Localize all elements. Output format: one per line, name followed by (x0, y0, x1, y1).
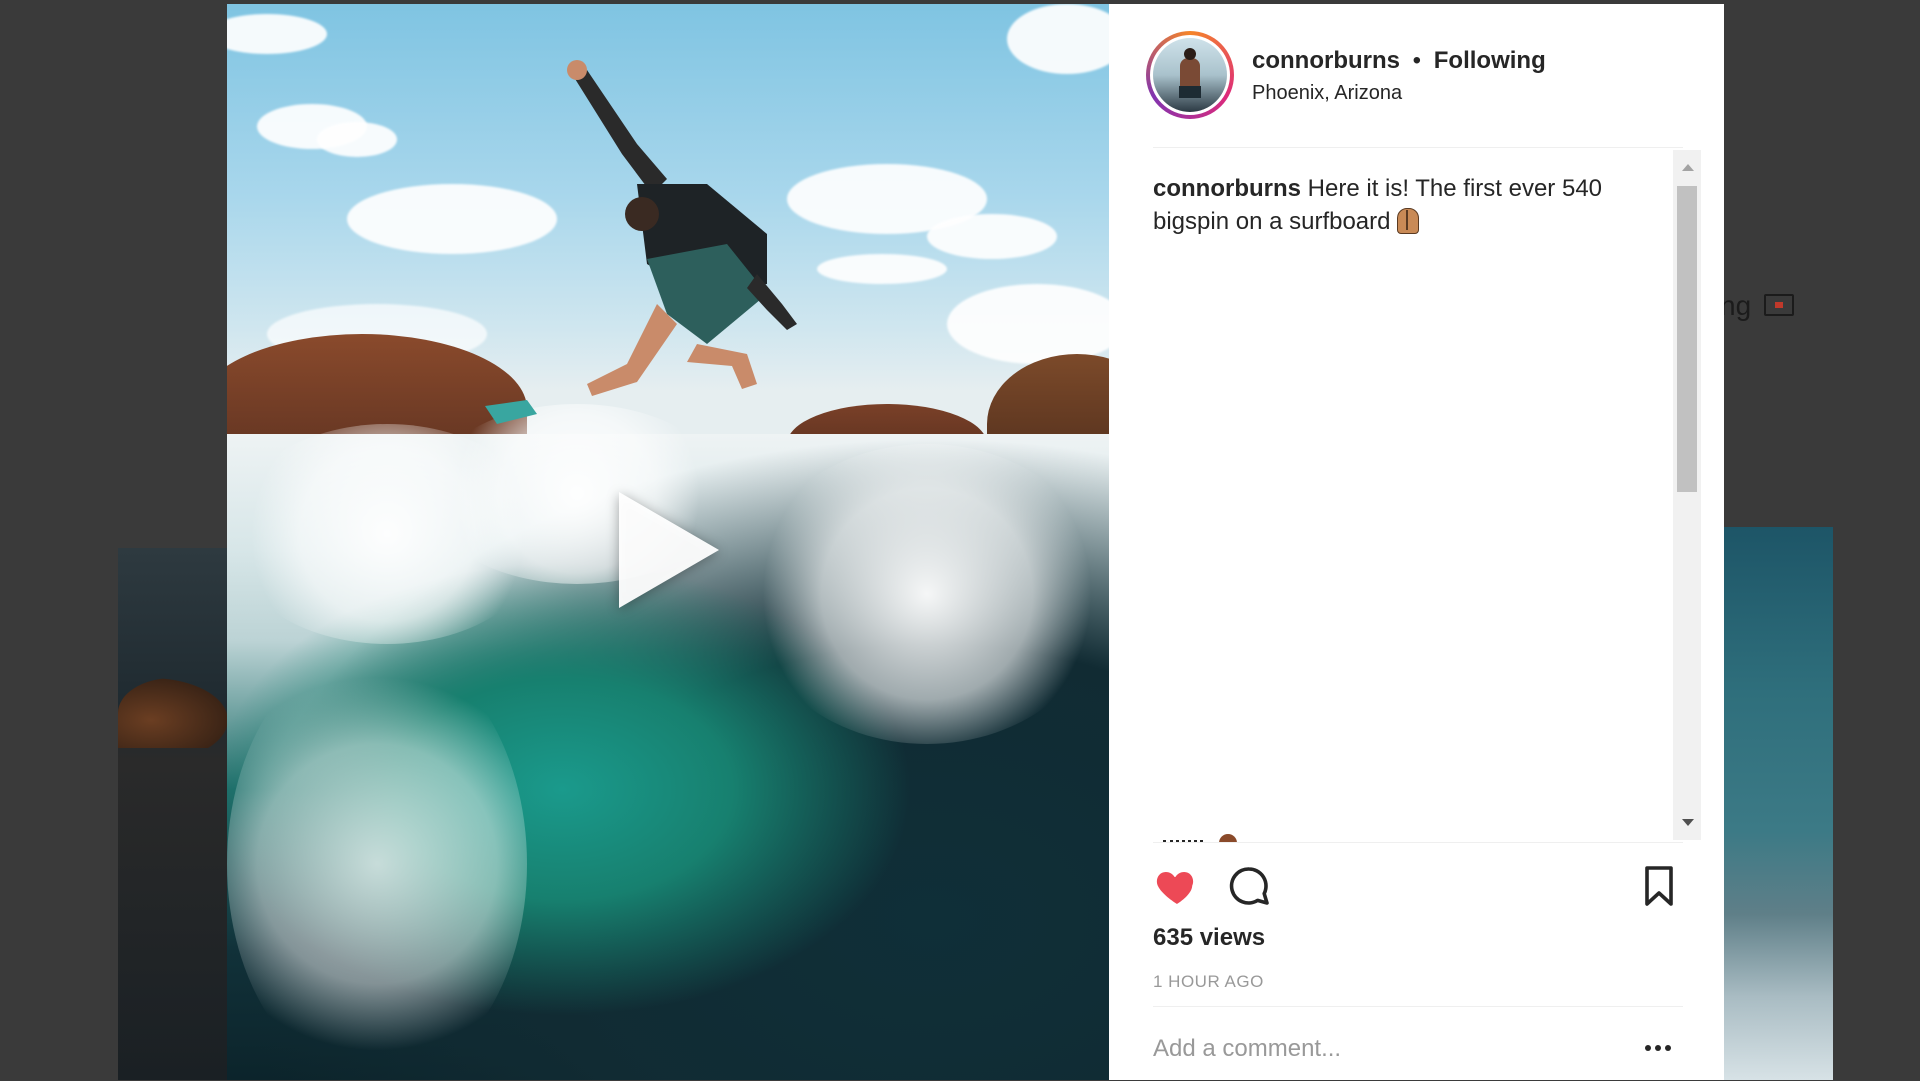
add-comment-section (1153, 1006, 1683, 1081)
surfboard (485, 400, 537, 424)
post-video[interactable] (227, 4, 1109, 1080)
comments-area[interactable]: connorburns Here it is! The first ever 5… (1153, 150, 1683, 842)
post-details-panel: connorburns • Following Phoenix, Arizona… (1109, 4, 1724, 1080)
background-hill (118, 678, 228, 748)
comment-input[interactable] (1153, 1035, 1613, 1063)
speech-bubble-icon[interactable] (1225, 862, 1273, 910)
post-modal: connorburns • Following Phoenix, Arizona… (227, 4, 1724, 1080)
ellipsis-icon[interactable] (1645, 1045, 1671, 1053)
heart-filled-icon[interactable] (1153, 862, 1201, 910)
surfer-arm (572, 70, 667, 194)
story-ring[interactable] (1146, 31, 1234, 119)
post-header: connorburns • Following Phoenix, Arizona (1109, 4, 1724, 147)
header-user-line: connorburns • Following (1252, 47, 1546, 75)
scroll-thumb[interactable] (1677, 186, 1697, 492)
background-post-text: ng (1720, 290, 1751, 322)
praying-hands-icon (1393, 206, 1421, 234)
separator-dot: • (1413, 47, 1421, 74)
surfer-hand (567, 60, 587, 80)
header-divider (1153, 147, 1683, 148)
post-timestamp[interactable]: 1 HOUR AGO (1153, 972, 1264, 992)
following-button[interactable]: Following (1434, 47, 1546, 74)
username-link[interactable]: connorburns (1252, 47, 1400, 74)
play-icon[interactable] (619, 492, 719, 608)
scroll-down-arrow-icon[interactable] (1682, 819, 1694, 826)
surfer-leg (687, 344, 757, 389)
surfer-head (625, 197, 659, 231)
location-link[interactable]: Phoenix, Arizona (1252, 82, 1402, 105)
bookmark-icon[interactable] (1635, 862, 1683, 910)
action-bar (1153, 862, 1683, 910)
avatar[interactable] (1153, 38, 1227, 112)
background-post-right[interactable] (1720, 527, 1833, 1080)
caption: connorburns Here it is! The first ever 5… (1153, 172, 1643, 238)
next-comment-peek (1153, 834, 1253, 842)
actions-divider (1153, 842, 1683, 843)
view-count[interactable]: 635 views (1153, 924, 1265, 952)
caption-username[interactable]: connorburns (1153, 175, 1301, 202)
background-video-icon (1764, 294, 1794, 316)
surfer-leg (587, 304, 677, 396)
comments-scrollbar[interactable] (1673, 150, 1701, 840)
background-post-left[interactable] (118, 548, 228, 1080)
scroll-up-arrow-icon[interactable] (1682, 164, 1694, 171)
